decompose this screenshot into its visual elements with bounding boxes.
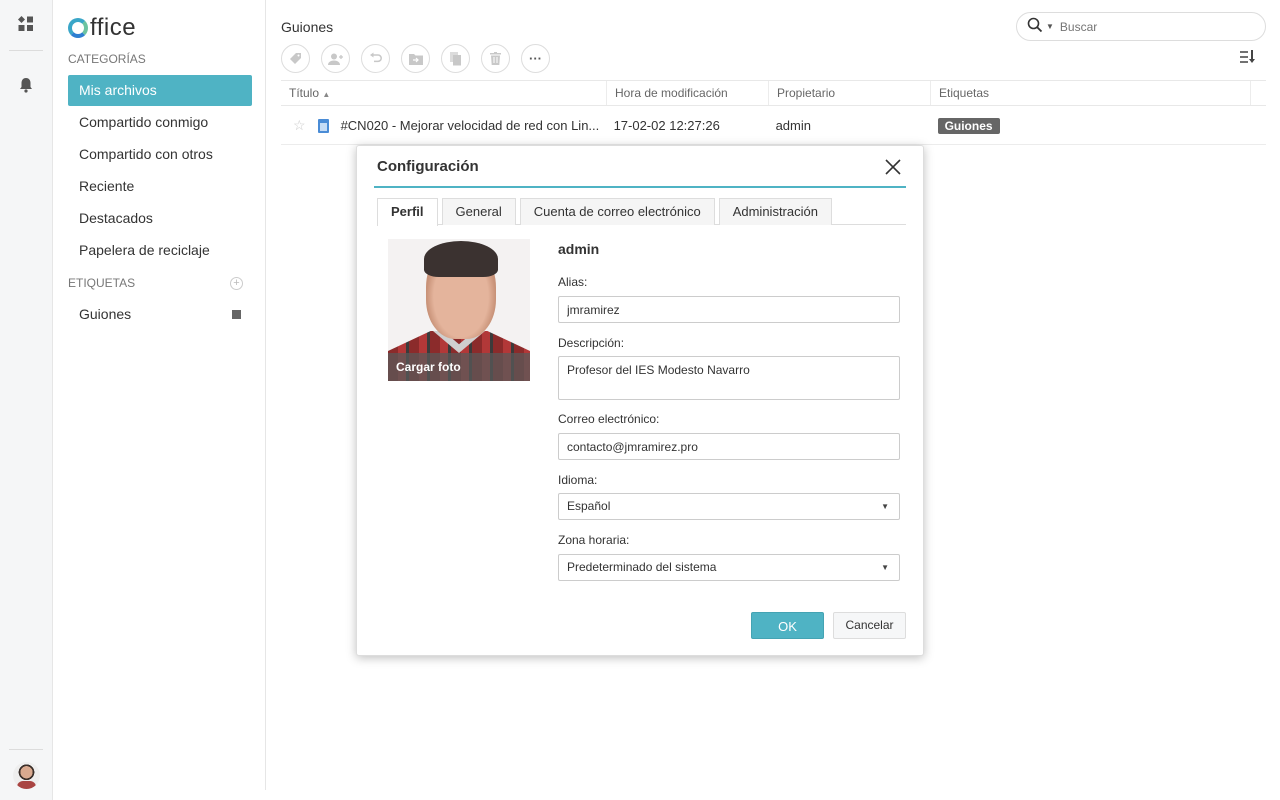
more-button[interactable]: ···: [521, 44, 550, 73]
timezone-label: Zona horaria:: [558, 533, 630, 547]
email-input[interactable]: [558, 433, 900, 460]
language-label: Idioma:: [558, 473, 598, 487]
chevron-down-icon: ▼: [881, 502, 889, 511]
profile-username: admin: [558, 241, 600, 257]
tag-color-swatch: [232, 310, 241, 319]
language-value: Español: [567, 499, 611, 513]
column-header-owner[interactable]: Propietario: [769, 81, 931, 105]
sort-order-icon[interactable]: [1240, 50, 1256, 67]
alias-label: Alias:: [558, 275, 588, 289]
add-tag-icon[interactable]: +: [230, 277, 243, 290]
sidebar-item-reciente[interactable]: Reciente: [68, 171, 252, 202]
categories-heading: CATEGORÍAS: [68, 52, 146, 66]
rail-divider: [9, 50, 43, 51]
language-select[interactable]: Español ▼: [558, 493, 900, 520]
profile-photo[interactable]: Cargar foto: [388, 239, 530, 381]
timezone-select[interactable]: Predeterminado del sistema ▼: [558, 554, 900, 581]
column-header-modified[interactable]: Hora de modificación: [607, 81, 769, 105]
dialog-title-divider: [374, 186, 906, 188]
sidebar-item-compartido-con-otros[interactable]: Compartido con otros: [68, 139, 252, 170]
copy-button[interactable]: [441, 44, 470, 73]
email-label: Correo electrónico:: [558, 412, 660, 426]
description-label: Descripción:: [558, 336, 625, 350]
tab-cuenta-correo[interactable]: Cuenta de correo electrónico: [519, 198, 715, 225]
description-textarea[interactable]: Profesor del IES Modesto Navarro: [558, 356, 900, 400]
file-title[interactable]: #CN020 - Mejorar velocidad de red con Li…: [341, 118, 614, 133]
sidebar: Officeffice CATEGORÍAS Mis archivos Comp…: [54, 0, 266, 790]
delete-button[interactable]: [481, 44, 510, 73]
table-row[interactable]: ☆ #CN020 - Mejorar velocidad de red con …: [281, 107, 1266, 145]
dialog-title: Configuración: [377, 158, 479, 175]
tab-perfil[interactable]: Perfil: [377, 198, 438, 226]
column-header-title[interactable]: Título ▲: [281, 81, 607, 105]
page-title: Guiones: [281, 19, 334, 35]
sort-asc-icon: ▲: [322, 90, 331, 99]
move-to-folder-button[interactable]: [401, 44, 430, 73]
file-owner: admin: [775, 118, 811, 133]
document-icon: [317, 118, 329, 133]
ok-button[interactable]: OK: [751, 612, 824, 639]
rail-divider: [9, 749, 43, 750]
app-rail: [0, 0, 53, 800]
user-avatar[interactable]: [13, 762, 40, 789]
sidebar-item-mis-archivos[interactable]: Mis archivos: [68, 75, 252, 106]
tags-heading: ETIQUETAS: [68, 276, 136, 290]
undo-button[interactable]: [361, 44, 390, 73]
search-box[interactable]: ▼: [1016, 12, 1266, 41]
apps-grid-icon[interactable]: [17, 15, 35, 36]
alias-input[interactable]: [558, 296, 900, 323]
tag-button[interactable]: [281, 44, 310, 73]
sidebar-tag-guiones[interactable]: Guiones: [68, 299, 252, 330]
file-modified: 17-02-02 12:27:26: [613, 118, 720, 133]
search-options-caret-icon[interactable]: ▼: [1046, 22, 1054, 31]
cancel-button[interactable]: Cancelar: [833, 612, 906, 639]
sidebar-item-destacados[interactable]: Destacados: [68, 203, 252, 234]
timezone-value: Predeterminado del sistema: [567, 560, 717, 574]
tab-general[interactable]: General: [441, 198, 516, 225]
close-icon[interactable]: [885, 154, 901, 181]
search-icon[interactable]: [1027, 17, 1043, 37]
search-input[interactable]: [1059, 19, 1250, 34]
sidebar-item-compartido-conmigo[interactable]: Compartido conmigo: [68, 107, 252, 138]
bell-icon[interactable]: [19, 77, 33, 96]
toolbar: ···: [281, 44, 550, 73]
sidebar-item-papelera[interactable]: Papelera de reciclaje: [68, 235, 252, 266]
tab-administracion[interactable]: Administración: [718, 198, 832, 225]
share-user-button[interactable]: [321, 44, 350, 73]
dialog-tabs: Perfil General Cuenta de correo electrón…: [377, 198, 906, 226]
settings-dialog: Configuración Perfil General Cuenta de c…: [356, 145, 924, 656]
office-logo: Officeffice: [68, 14, 136, 42]
table-header: Título ▲ Hora de modificación Propietari…: [281, 80, 1266, 106]
tag-badge: Guiones: [937, 117, 1000, 134]
chevron-down-icon: ▼: [881, 563, 889, 572]
star-icon[interactable]: ☆: [293, 117, 306, 134]
upload-photo-button[interactable]: Cargar foto: [388, 353, 530, 381]
column-header-tags[interactable]: Etiquetas: [931, 81, 1251, 105]
